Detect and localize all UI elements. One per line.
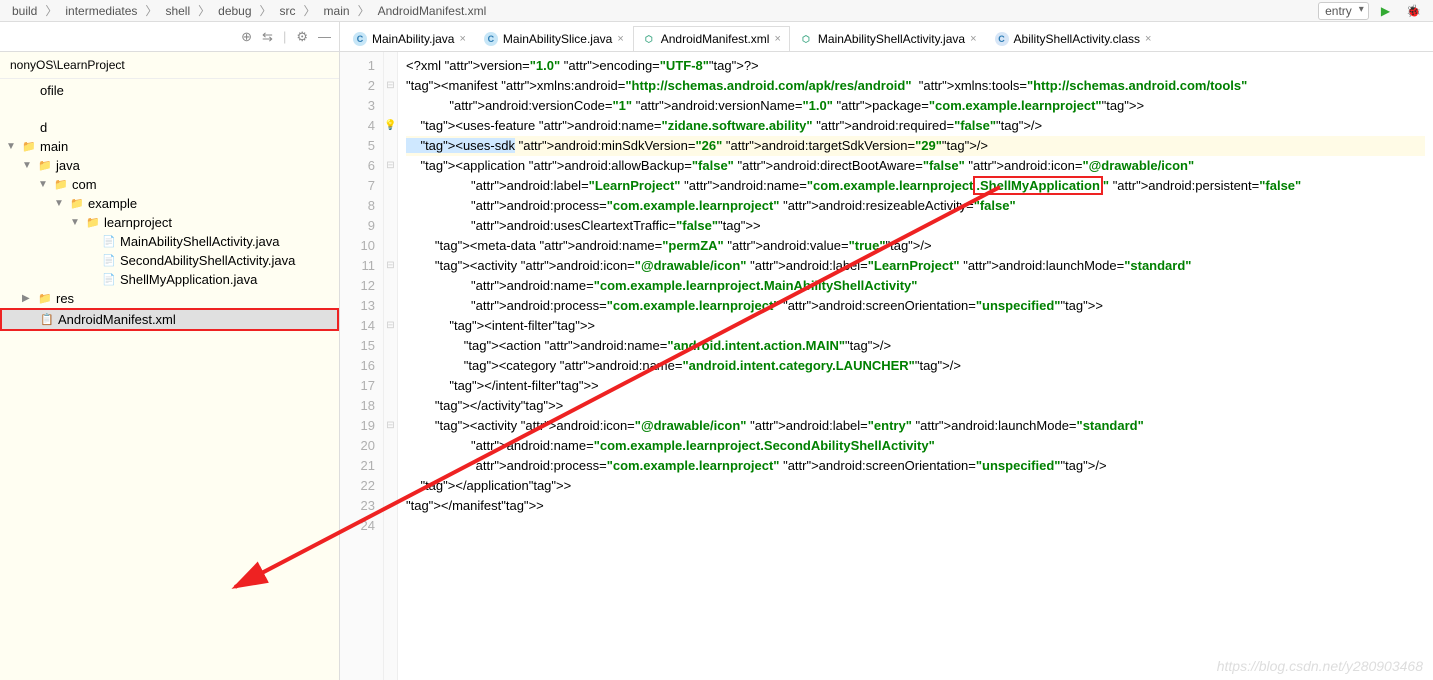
editor-tab[interactable]: ⬡MainAbilityShellActivity.java× bbox=[790, 26, 986, 51]
bc-item[interactable]: shell bbox=[165, 4, 190, 18]
file-type-icon: C bbox=[353, 32, 367, 46]
folder-y-icon: 📁 bbox=[54, 178, 68, 192]
jfile-icon: 📄 bbox=[102, 254, 116, 268]
tree-item[interactable]: 📄MainAbilityShellActivity.java bbox=[0, 232, 339, 251]
bc-item[interactable]: main bbox=[324, 4, 350, 18]
tree-item[interactable]: ▼📁main bbox=[0, 137, 339, 156]
tree-item[interactable]: ▼📁com bbox=[0, 175, 339, 194]
tree-item[interactable]: 📄SecondAbilityShellActivity.java bbox=[0, 251, 339, 270]
editor-tab[interactable]: ⬡AndroidManifest.xml× bbox=[633, 26, 790, 51]
tree-item[interactable] bbox=[0, 100, 339, 118]
file-type-icon: ⬡ bbox=[642, 32, 656, 46]
jfile-icon: 📄 bbox=[102, 273, 116, 287]
bc-item[interactable]: src bbox=[280, 4, 296, 18]
tree-item[interactable]: d bbox=[0, 118, 339, 137]
project-path: nonyOS\LearnProject bbox=[0, 52, 339, 79]
folder-b-icon: 📁 bbox=[38, 292, 52, 306]
blank-icon bbox=[22, 121, 36, 135]
tree-item[interactable]: ▶📁res bbox=[0, 289, 339, 308]
tree-item[interactable]: ofile bbox=[0, 81, 339, 100]
code-area[interactable]: 123456789101112131415161718192021222324 … bbox=[340, 52, 1433, 680]
folder-b-icon: 📁 bbox=[38, 159, 52, 173]
tree-item[interactable]: 📋AndroidManifest.xml bbox=[0, 308, 339, 331]
file-type-icon: C bbox=[995, 32, 1009, 46]
code-content[interactable]: <?xml "attr">version="1.0" "attr">encodi… bbox=[398, 52, 1433, 680]
bc-item[interactable]: build bbox=[12, 4, 37, 18]
bc-item[interactable]: debug bbox=[218, 4, 251, 18]
watermark: https://blog.csdn.net/y280903468 bbox=[1217, 658, 1423, 674]
tree-item[interactable]: ▼📁learnproject bbox=[0, 213, 339, 232]
debug-icon[interactable]: 🐞 bbox=[1406, 4, 1421, 18]
project-tree[interactable]: ofile d▼📁main▼📁java▼📁com▼📁example▼📁learnp… bbox=[0, 79, 339, 680]
run-config-dropdown[interactable]: entry bbox=[1318, 2, 1369, 20]
run-icon[interactable]: ▶ bbox=[1381, 4, 1390, 18]
blank-icon bbox=[22, 102, 36, 116]
bc-item[interactable]: AndroidManifest.xml bbox=[378, 4, 487, 18]
tree-item[interactable]: ▼📁example bbox=[0, 194, 339, 213]
bc-item[interactable]: intermediates bbox=[65, 4, 137, 18]
folder-y-icon: 📁 bbox=[86, 216, 100, 230]
file-type-icon: C bbox=[484, 32, 498, 46]
editor-tab[interactable]: CAbilityShellActivity.class× bbox=[986, 26, 1161, 51]
fold-gutter[interactable]: ⊟ 💡 ⊟ ⊟ ⊟ ⊟ bbox=[384, 52, 398, 680]
breadcrumb: build〉 intermediates〉 shell〉 debug〉 src〉… bbox=[0, 0, 1433, 22]
folder-b-icon: 📁 bbox=[22, 140, 36, 154]
close-icon[interactable]: × bbox=[1145, 33, 1151, 45]
close-icon[interactable]: × bbox=[970, 33, 976, 45]
blank-icon bbox=[22, 84, 36, 98]
jfile-icon: 📄 bbox=[102, 235, 116, 249]
tree-item[interactable]: 📄ShellMyApplication.java bbox=[0, 270, 339, 289]
editor-pane: CMainAbility.java×CMainAbilitySlice.java… bbox=[340, 22, 1433, 680]
close-icon[interactable]: × bbox=[617, 33, 623, 45]
folder-y-icon: 📁 bbox=[70, 197, 84, 211]
sidebar-toolbar: ⊕ ⇆ | ⚙ — bbox=[0, 22, 339, 52]
gear-icon[interactable]: ⚙ bbox=[296, 29, 308, 45]
close-icon[interactable]: × bbox=[459, 33, 465, 45]
close-icon[interactable]: × bbox=[774, 33, 780, 45]
project-sidebar: ⊕ ⇆ | ⚙ — nonyOS\LearnProject ofile d▼📁ma… bbox=[0, 22, 340, 680]
hide-icon[interactable]: — bbox=[318, 29, 331, 44]
file-type-icon: ⬡ bbox=[799, 32, 813, 46]
editor-tab[interactable]: CMainAbility.java× bbox=[344, 26, 475, 51]
target-icon[interactable]: ⊕ bbox=[241, 29, 252, 45]
editor-tabs: CMainAbility.java×CMainAbilitySlice.java… bbox=[340, 22, 1433, 52]
collapse-icon[interactable]: ⇆ bbox=[262, 29, 273, 45]
tree-item[interactable]: ▼📁java bbox=[0, 156, 339, 175]
line-gutter: 123456789101112131415161718192021222324 bbox=[340, 52, 384, 680]
manifest-icon: 📋 bbox=[40, 313, 54, 327]
editor-tab[interactable]: CMainAbilitySlice.java× bbox=[475, 26, 633, 51]
